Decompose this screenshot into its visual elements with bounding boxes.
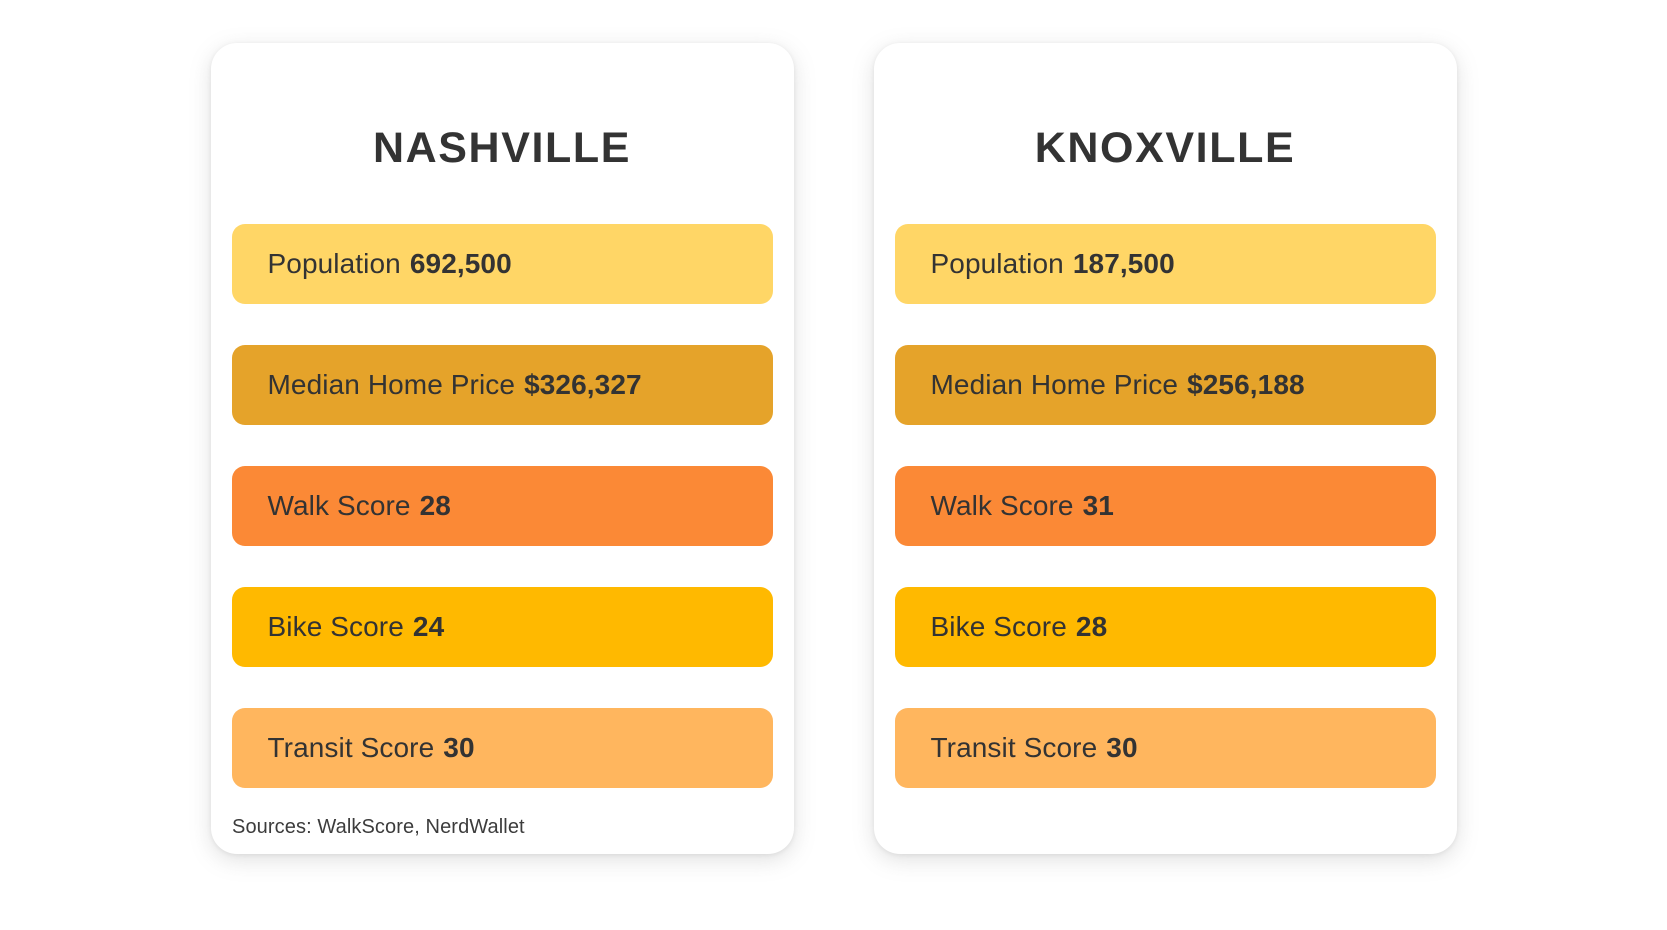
metric-label: Walk Score bbox=[267, 490, 411, 521]
metric-value: $326,327 bbox=[524, 369, 642, 400]
metric-value: 31 bbox=[1082, 490, 1114, 521]
metric-row-population: Population 692,500 bbox=[231, 224, 773, 304]
card-title: KNOXVILLE bbox=[1034, 124, 1296, 172]
metric-value: 30 bbox=[1106, 732, 1138, 763]
metric-label: Median Home Price bbox=[267, 369, 516, 400]
metric-value: 28 bbox=[1075, 611, 1108, 642]
metric-value: 28 bbox=[419, 490, 451, 521]
metric-label: Transit Score bbox=[267, 732, 435, 763]
metric-row-bike-score: Bike Score 24 bbox=[231, 587, 773, 667]
metric-label: Bike Score bbox=[267, 611, 404, 642]
metric-label: Walk Score bbox=[930, 490, 1074, 521]
metric-row-walk-score: Walk Score 31 bbox=[894, 466, 1436, 546]
metric-row-list: Population 692,500 Median Home Price $32… bbox=[229, 224, 776, 788]
metric-row-list: Population 187,500 Median Home Price $25… bbox=[892, 224, 1439, 788]
metric-row-population: Population 187,500 bbox=[894, 224, 1436, 304]
sources-footnote: Sources: WalkScore, NerdWallet bbox=[232, 816, 525, 838]
metric-row-bike-score: Bike Score 28 bbox=[894, 587, 1436, 667]
metric-label: Population bbox=[267, 248, 401, 279]
metric-label: Population bbox=[930, 248, 1064, 279]
metric-value: 187,500 bbox=[1072, 248, 1175, 279]
metric-value: 24 bbox=[412, 611, 445, 642]
city-card-nashville: NASHVILLE Population 692,500 Median Home… bbox=[210, 43, 794, 854]
metric-value: $256,188 bbox=[1187, 369, 1305, 400]
metric-row-median-home-price: Median Home Price $256,188 bbox=[894, 345, 1436, 425]
metric-row-median-home-price: Median Home Price $326,327 bbox=[231, 345, 773, 425]
metric-row-transit-score: Transit Score 30 bbox=[894, 708, 1436, 788]
metric-label: Bike Score bbox=[930, 611, 1067, 642]
metric-row-transit-score: Transit Score 30 bbox=[231, 708, 773, 788]
city-card-knoxville: KNOXVILLE Population 187,500 Median Home… bbox=[873, 43, 1457, 854]
metric-label: Median Home Price bbox=[930, 369, 1179, 400]
city-card-list: NASHVILLE Population 692,500 Median Home… bbox=[0, 0, 1667, 930]
card-title: NASHVILLE bbox=[372, 124, 632, 172]
metric-row-walk-score: Walk Score 28 bbox=[231, 466, 773, 546]
metric-label: Transit Score bbox=[930, 732, 1098, 763]
metric-value: 692,500 bbox=[409, 248, 512, 279]
metric-value: 30 bbox=[443, 732, 475, 763]
comparison-infographic: NASHVILLE Population 692,500 Median Home… bbox=[0, 0, 1667, 930]
